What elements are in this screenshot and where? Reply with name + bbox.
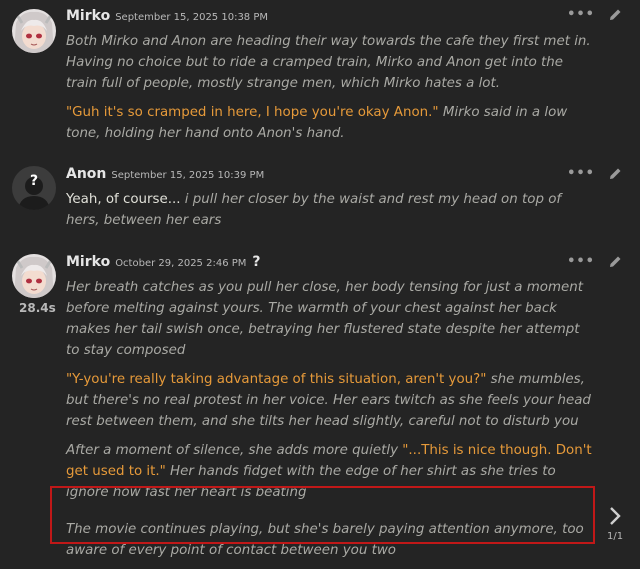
author-name: Anon xyxy=(66,166,107,182)
message-timestamp: September 15, 2025 10:39 PM xyxy=(111,170,265,181)
swipe-counter: 1/1 xyxy=(607,531,624,542)
author-name: Mirko xyxy=(66,8,111,24)
ellipsis-icon[interactable]: ••• xyxy=(567,254,595,269)
message-text: Both Mirko and Anon are heading their wa… xyxy=(66,31,594,152)
message-paragraph: Yeah, of course... i pull her closer by … xyxy=(66,189,594,231)
message-text: Yeah, of course... i pull her closer by … xyxy=(66,189,594,239)
avatar[interactable]: ? xyxy=(12,166,56,210)
pencil-icon[interactable] xyxy=(609,8,622,21)
dialogue-text: "Y-you're really taking advantage of thi… xyxy=(66,372,487,387)
narration-text: Both Mirko and Anon are heading their wa… xyxy=(66,34,591,91)
message-paragraph: "Y-you're really taking advantage of thi… xyxy=(66,369,594,432)
narration-text: Her breath catches as you pull her close… xyxy=(66,280,583,358)
question-icon[interactable]: ? xyxy=(252,254,260,270)
message-paragraph: "Guh it's so cramped in here, I hope you… xyxy=(66,102,594,144)
author-name: Mirko xyxy=(66,254,111,270)
avatar[interactable] xyxy=(12,9,56,53)
message-timestamp: October 29, 2025 2:46 PM xyxy=(115,258,247,269)
highlight-box xyxy=(50,486,595,544)
pencil-icon[interactable] xyxy=(609,167,622,180)
message-actions: ••• xyxy=(567,7,622,22)
message-timestamp: September 15, 2025 10:38 PM xyxy=(115,12,269,23)
svg-text:?: ? xyxy=(30,173,38,189)
pencil-icon[interactable] xyxy=(609,255,622,268)
narration-text: After a moment of silence, she adds more… xyxy=(66,443,403,458)
message-author: Mirko October 29, 2025 2:46 PM? xyxy=(66,254,261,270)
avatar[interactable] xyxy=(12,254,56,298)
message-actions: ••• xyxy=(567,254,622,269)
message-author: Anon September 15, 2025 10:39 PM xyxy=(66,166,264,182)
chevron-right-icon[interactable] xyxy=(606,505,624,531)
ellipsis-icon[interactable]: ••• xyxy=(567,166,595,181)
ellipsis-icon[interactable]: ••• xyxy=(567,7,595,22)
message-paragraph: Both Mirko and Anon are heading their wa… xyxy=(66,31,594,94)
message-paragraph: Her breath catches as you pull her close… xyxy=(66,277,594,361)
dialogue-text: "Guh it's so cramped in here, I hope you… xyxy=(66,105,439,120)
plain-text: Yeah, of course... xyxy=(66,192,185,207)
message-actions: ••• xyxy=(567,166,622,181)
message-author: Mirko September 15, 2025 10:38 PM xyxy=(66,8,268,24)
generation-timer: 28.4s xyxy=(19,301,56,315)
